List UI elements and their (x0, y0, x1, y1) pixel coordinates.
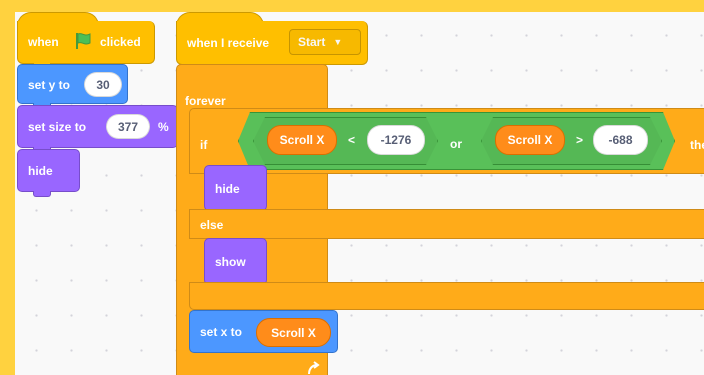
set-size-label: set size to (28, 120, 87, 134)
if-else-bottom-arm (189, 282, 704, 310)
set-x-label: set x to (200, 325, 243, 339)
greater-than-symbol: > (576, 133, 584, 147)
scroll-x-reporter-right[interactable]: Scroll X (495, 125, 565, 155)
when-flag-clicked-block[interactable]: when clicked (17, 21, 155, 64)
right-compare-value-input[interactable]: -688 (593, 125, 648, 155)
when-i-receive-label: when I receive (187, 36, 270, 50)
forever-label: forever (185, 94, 226, 108)
left-compare-value-input[interactable]: -1276 (367, 125, 425, 155)
set-x-to-block[interactable]: set x to Scroll X (189, 310, 338, 353)
y-value-input[interactable]: 30 (84, 72, 122, 97)
hide-inner-label: hide (215, 182, 240, 196)
scroll-x-reporter-left[interactable]: Scroll X (267, 125, 337, 155)
green-flag-icon (73, 31, 93, 56)
loop-arrow-icon (305, 360, 321, 375)
else-label: else (200, 218, 224, 232)
hide-label: hide (28, 164, 53, 178)
dropdown-arrow-icon: ▼ (333, 37, 343, 47)
size-value-input[interactable]: 377 (106, 114, 150, 139)
set-size-to-block[interactable]: set size to 377 % (17, 105, 178, 148)
hide-block-inner[interactable]: hide (204, 165, 267, 211)
hat-when-label: when (28, 35, 59, 49)
less-than-symbol: < (348, 133, 356, 147)
when-i-receive-block[interactable]: when I receive Start ▼ (176, 21, 368, 65)
or-label: or (450, 137, 462, 151)
hide-block[interactable]: hide (17, 149, 80, 192)
else-bar: else (189, 209, 704, 239)
code-workspace[interactable]: when clicked set y to 30 set size to 377… (15, 12, 704, 375)
size-unit-label: % (158, 120, 169, 134)
scroll-x-reporter-set-x[interactable]: Scroll X (256, 318, 331, 347)
then-label: then (690, 138, 704, 152)
show-label: show (215, 255, 246, 269)
message-dropdown[interactable]: Start ▼ (289, 29, 361, 55)
set-y-label: set y to (28, 78, 71, 92)
set-y-to-block[interactable]: set y to 30 (17, 64, 128, 104)
if-label: if (200, 138, 208, 152)
message-value: Start (298, 35, 326, 49)
tab (33, 191, 51, 197)
hat-clicked-label: clicked (100, 35, 141, 49)
show-block[interactable]: show (204, 238, 267, 285)
